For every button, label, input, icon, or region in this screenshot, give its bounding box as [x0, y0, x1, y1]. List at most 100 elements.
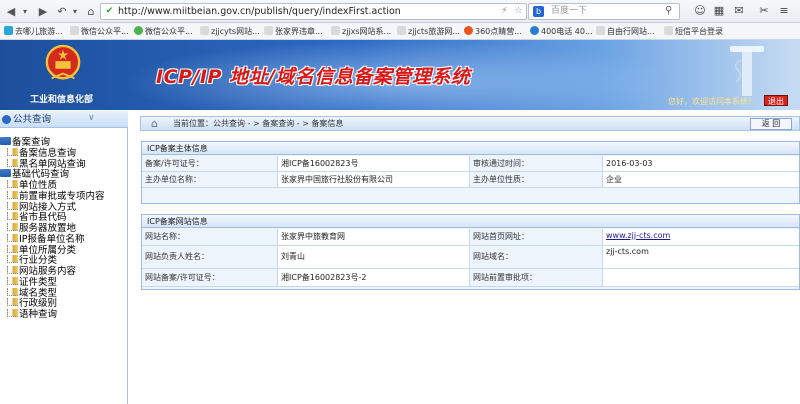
bookmark-icon [4, 26, 13, 35]
bookmark-item[interactable]: 短信平台登录 [664, 25, 723, 38]
star-icon[interactable]: ☆ [513, 6, 524, 17]
bookmark-icon [331, 26, 340, 35]
document-icon [7, 223, 18, 231]
bookmark-item[interactable]: 360点睛营... [464, 25, 522, 38]
tree-label: IP报备单位名称 [19, 233, 85, 245]
bookmark-item[interactable]: 去哪儿旅游... [4, 25, 63, 38]
document-icon [7, 233, 18, 242]
website-info-panel: ICP备案网站信息 网站名称： 张家界中旅教育网 网站首页网址： www.zjj… [141, 214, 800, 290]
homepage-link[interactable]: www.zjj-cts.com [603, 229, 799, 245]
tree-label: 单位所属分类 [19, 244, 77, 256]
site-license-label: 网站备案/许可证号： [142, 269, 278, 286]
tree-label: 行政级别 [19, 298, 58, 310]
tree-leaf[interactable]: 省市县代码 [7, 212, 67, 223]
logout-button[interactable]: 退出 [764, 95, 788, 106]
tree-label: 备案查询 [12, 137, 51, 148]
bookmark-icon [397, 26, 406, 35]
bookmark-icon [70, 26, 79, 35]
menu-grid-icon[interactable]: ▦ [712, 4, 726, 18]
bookmark-item[interactable]: 微信公众平... [134, 25, 193, 38]
emoji-icon[interactable]: ☺ [693, 4, 707, 18]
bookmark-item[interactable]: 张家界违章... [264, 25, 323, 38]
tree-leaf[interactable]: 行政级别 [7, 298, 57, 309]
back-nav-icon[interactable]: ◀ [4, 4, 18, 19]
folder-icon [0, 137, 11, 145]
license-value: 湘ICP备16002823号 [278, 156, 470, 171]
search-magnifier-icon[interactable]: ⚲ [665, 5, 672, 16]
homepage-label: 网站首页网址： [470, 229, 603, 245]
tree-leaf[interactable]: 单位性质 [7, 180, 57, 191]
tree-leaf[interactable]: 语种查询 [7, 309, 57, 320]
back-dropdown-icon[interactable]: ▾ [20, 4, 30, 19]
tree-leaf[interactable]: 备案信息查询 [7, 147, 77, 159]
sidebar-header[interactable]: 公共查询 ∨ [0, 111, 128, 128]
bookmark-item[interactable]: 400电话 40... [530, 25, 593, 38]
sidebar-title: 公共查询 [13, 114, 52, 125]
panel-title: ICP备案主体信息 [142, 142, 799, 155]
tree-leaf[interactable]: 前置审批或专项内容 [7, 190, 105, 202]
bookmark-item[interactable]: zjjxs网站系... [331, 25, 391, 38]
tree-label: 证件类型 [19, 276, 58, 288]
forward-nav-icon[interactable]: ▶ [36, 4, 50, 19]
tree-folder[interactable]: 基础代码查询 [0, 169, 69, 180]
address-bar[interactable]: ✔ http://www.miitbeian.gov.cn/publish/qu… [100, 3, 527, 20]
bookmark-icon [530, 26, 539, 35]
tree-label: 省市县代码 [19, 212, 67, 224]
ministry-name: 工业和信息化部 [30, 95, 94, 105]
search-box[interactable]: b 百度一下 ⚲ [528, 3, 680, 20]
document-icon [7, 201, 18, 210]
collapse-icon[interactable]: ∨ [88, 113, 95, 123]
folder-icon [0, 169, 11, 178]
national-emblem-icon [45, 44, 81, 80]
tree-leaf[interactable]: 行业分类 [7, 255, 57, 266]
search-input[interactable]: 百度一下 [551, 4, 587, 19]
tree-leaf[interactable]: IP报备单位名称 [7, 233, 85, 245]
cut-icon[interactable]: ✂ [757, 4, 771, 18]
bookmark-icon [200, 26, 209, 35]
home-icon[interactable]: ⌂ [84, 4, 98, 19]
tree-folder[interactable]: 备案查询 [0, 137, 50, 148]
bookmark-360-icon [464, 26, 473, 35]
document-icon [7, 212, 18, 221]
approved-value: 2016-03-03 [603, 156, 799, 171]
breadcrumb-text: 当前位置：公共查询 - > 备案查询 - > 备案信息 [173, 119, 344, 128]
tree-leaf[interactable]: 网站接入方式 [7, 201, 76, 213]
undo-dropdown-icon[interactable]: ▾ [70, 4, 80, 19]
tree-leaf[interactable]: 域名类型 [7, 287, 58, 299]
more-menu-icon[interactable]: ≡ [777, 4, 791, 18]
bookmark-item[interactable]: zjjcts旅游网... [397, 25, 460, 38]
breadcrumb: ⌂ 当前位置：公共查询 - > 备案查询 - > 备案信息 [140, 116, 800, 131]
owner-value: 刘青山 [278, 246, 470, 268]
tree-leaf[interactable]: 单位所属分类 [7, 244, 77, 256]
sidebar: 公共查询 ∨ 备案查询 备案信息查询 黑名单网站查询 基础代码查询 单位性质 前置审批或专… [0, 111, 128, 404]
tree-leaf[interactable]: 服务器放置地 [7, 223, 76, 234]
url-text[interactable]: http://www.miitbeian.gov.cn/publish/quer… [118, 4, 401, 19]
lightning-icon[interactable]: ⚡ [499, 6, 510, 17]
document-icon [7, 147, 18, 156]
wechat-icon [134, 26, 143, 35]
document-icon [7, 180, 18, 188]
nature-label: 主办单位性质： [470, 172, 603, 187]
bookmark-item[interactable]: zjjcyts网站... [200, 25, 260, 38]
document-icon [7, 276, 18, 285]
undo-icon[interactable]: ↶ [55, 4, 69, 19]
document-icon [7, 244, 18, 253]
site-license-value: 湘ICP备16002823号-2 [278, 269, 470, 286]
tree-label: 网站服务内容 [19, 266, 77, 277]
mail-icon[interactable]: ✉ [732, 4, 746, 18]
tree-leaf[interactable]: 网站服务内容 [7, 266, 76, 277]
tree-label: 域名类型 [19, 287, 58, 299]
tree-label: 前置审批或专项内容 [19, 190, 105, 202]
approved-label: 审核通过时间： [470, 156, 603, 171]
tree-leaf[interactable]: 证件类型 [7, 276, 58, 288]
org-label: 主办单位名称： [142, 172, 278, 187]
tree-leaf[interactable]: 黑名单网站查询 [7, 158, 86, 170]
domain-value: zjj-cts.com [603, 246, 799, 268]
table-row: 网站负责人姓名： 刘青山 网站域名： zjj-cts.com [142, 246, 799, 269]
bookmark-item[interactable]: 自由行网站... [596, 25, 655, 38]
tree-label: 备案信息查询 [19, 147, 77, 159]
panel-title: ICP备案网站信息 [142, 215, 799, 228]
bookmark-item[interactable]: 微信公众平... [70, 25, 129, 38]
back-button[interactable]: 返 回 [750, 118, 792, 130]
bookmark-icon [264, 26, 273, 35]
